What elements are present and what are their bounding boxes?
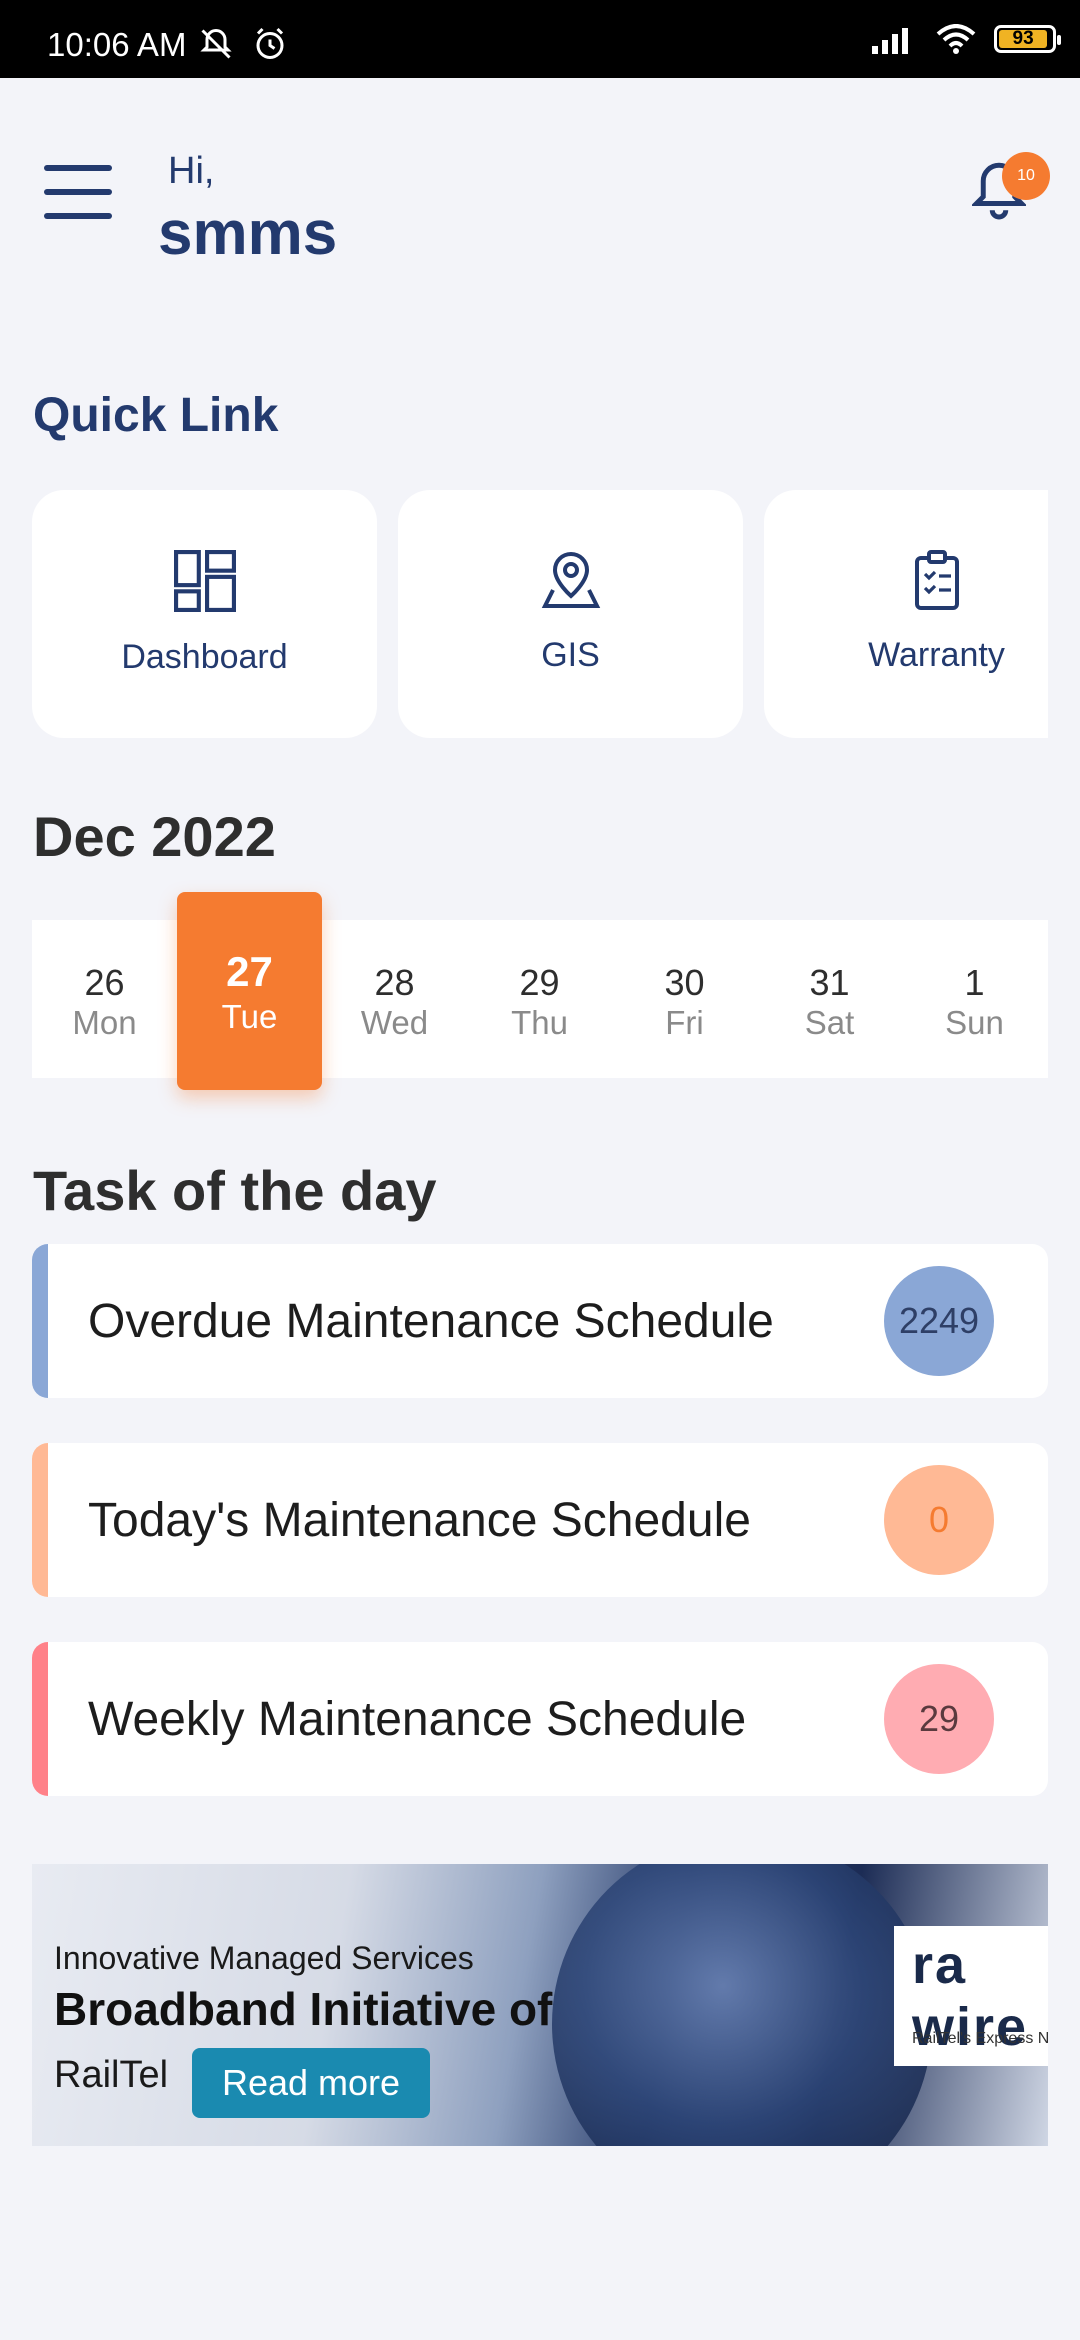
task-label: Overdue Maintenance Schedule (88, 1295, 774, 1348)
clipboard-check-icon (914, 550, 959, 610)
task-overdue[interactable]: Overdue Maintenance Schedule 2249 (32, 1244, 1048, 1398)
calendar-day[interactable]: 1 Sun (902, 920, 1047, 1078)
signal-icon (872, 28, 908, 54)
day-number: 27 (226, 948, 273, 995)
quick-link-title: Quick Link (33, 389, 279, 442)
username: smms (158, 199, 338, 268)
calendar-day[interactable]: 26 Mon (32, 920, 177, 1078)
greeting: Hi, (168, 150, 215, 192)
globe-image (552, 1864, 932, 2146)
task-label: Weekly Maintenance Schedule (88, 1693, 747, 1746)
quick-link-label: Dashboard (121, 638, 288, 676)
promo-banner[interactable]: Innovative Managed Services Broadband In… (32, 1864, 1048, 2146)
day-name: Mon (72, 1004, 137, 1041)
task-label: Today's Maintenance Schedule (88, 1494, 751, 1547)
quick-link-dashboard[interactable]: Dashboard (32, 490, 377, 738)
calendar-strip: 26 Mon 27 Tue 28 Wed 29 Thu 30 Fri 31 Sa… (32, 892, 1048, 1090)
day-number: 29 (519, 962, 560, 1003)
day-name: Sat (804, 1004, 855, 1041)
menu-button[interactable] (44, 165, 112, 221)
wifi-icon (936, 24, 976, 54)
quick-link-gis[interactable]: GIS (398, 490, 743, 738)
task-count-badge: 2249 (884, 1266, 994, 1376)
calendar-day[interactable]: 30 Fri (612, 920, 757, 1078)
task-count-badge: 0 (884, 1465, 994, 1575)
day-name: Wed (360, 1004, 429, 1041)
day-name: Thu (511, 1004, 568, 1041)
task-accent-bar (32, 1642, 48, 1796)
task-accent-bar (32, 1244, 48, 1398)
menu-icon (44, 165, 112, 171)
quick-link-label: Warranty (868, 636, 1005, 674)
day-number: 31 (809, 962, 850, 1003)
status-right-icons: 93 (872, 24, 1061, 54)
menu-icon-line (44, 189, 112, 195)
calendar-day[interactable]: 28 Wed (322, 920, 467, 1078)
menu-icon-line (44, 213, 112, 219)
banner-brand: RailTel (54, 2054, 169, 2096)
task-weekly[interactable]: Weekly Maintenance Schedule 29 (32, 1642, 1048, 1796)
railwire-logo: ra wire RailTel's Express NetwoR (894, 1926, 1048, 2066)
day-name: Sun (945, 1004, 1004, 1041)
notification-badge: 10 (1002, 152, 1050, 200)
task-today[interactable]: Today's Maintenance Schedule 0 (32, 1443, 1048, 1597)
status-bar: 10:06 AM 93 (0, 0, 1080, 78)
alarm-icon (256, 27, 284, 59)
day-number: 30 (664, 962, 705, 1003)
bell-muted-icon (200, 28, 232, 59)
day-number: 28 (374, 962, 415, 1003)
read-more-button[interactable]: Read more (192, 2048, 430, 2118)
battery-level: 93 (999, 29, 1048, 48)
banner-title: Broadband Initiative of (54, 1983, 553, 2035)
status-time: 10:06 AM (47, 26, 187, 63)
calendar-day[interactable]: 31 Sat (757, 920, 902, 1078)
day-name: Tue (221, 998, 278, 1035)
dashboard-icon (173, 550, 236, 612)
task-accent-bar (32, 1443, 48, 1597)
quick-link-label: GIS (541, 636, 600, 674)
battery-icon: 93 (994, 25, 1061, 53)
calendar-day-selected[interactable]: 27 Tue (177, 892, 322, 1090)
banner-subtitle: Innovative Managed Services (54, 1940, 474, 1976)
location-pin-icon (541, 551, 600, 608)
day-number: 1 (964, 962, 985, 1003)
task-count-badge: 29 (884, 1664, 994, 1774)
day-name: Fri (665, 1004, 704, 1041)
status-left-icons (198, 26, 288, 62)
quick-link-list: Dashboard GIS Warranty (32, 490, 1048, 738)
logo-caption: RailTel's Express NetwoR (912, 2030, 1048, 2047)
quick-link-warranty[interactable]: Warranty (764, 490, 1048, 738)
task-section-title: Task of the day (33, 1159, 437, 1222)
calendar-month: Dec 2022 (33, 805, 276, 868)
day-number: 26 (84, 962, 125, 1003)
calendar-day[interactable]: 29 Thu (467, 920, 612, 1078)
